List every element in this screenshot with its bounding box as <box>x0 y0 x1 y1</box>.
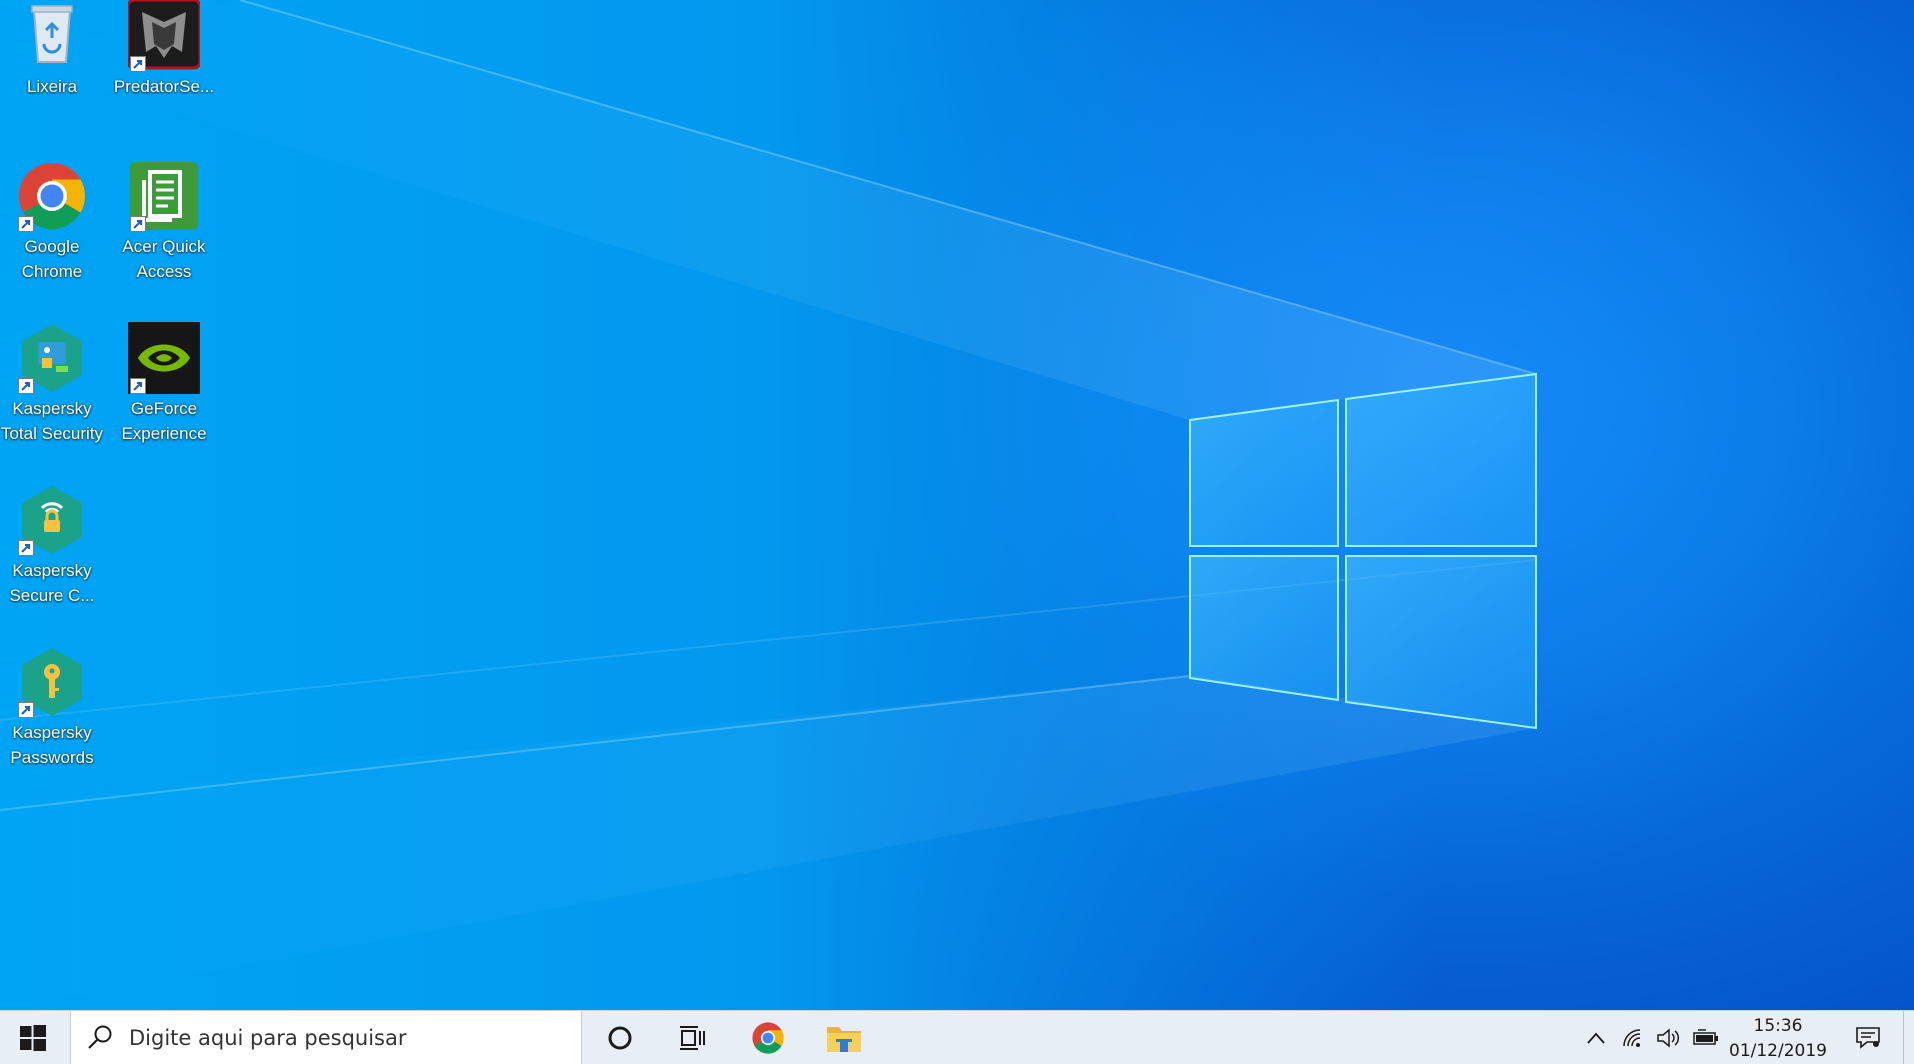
chevron-up-icon <box>1587 1032 1605 1044</box>
action-center-button[interactable] <box>1844 1011 1892 1064</box>
volume-button[interactable] <box>1652 1011 1686 1064</box>
clock-date: 01/12/2019 <box>1729 1041 1827 1061</box>
chrome-icon <box>752 1021 784 1054</box>
volume-icon <box>1657 1027 1680 1048</box>
recycle-bin-icon <box>16 0 88 72</box>
desktop-icon-label: GeForce Experience <box>121 399 207 443</box>
kaspersky-total-security-icon <box>16 322 88 394</box>
shortcut-arrow-icon <box>130 56 146 72</box>
kaspersky-passwords-icon <box>16 646 88 718</box>
desktop-icon-kaspersky-secure-connection[interactable]: Kaspersky Secure C... <box>0 484 108 608</box>
chrome-icon <box>16 160 88 232</box>
desktop-icon-acer-quick-access[interactable]: Acer Quick Access <box>108 160 220 284</box>
desktop-icon-kaspersky-passwords[interactable]: Kaspersky Passwords <box>0 646 108 770</box>
system-clock[interactable]: 15:36 01/12/2019 <box>1714 1011 1842 1064</box>
shortcut-arrow-icon <box>18 540 34 556</box>
desktop-icon-label: Google Chrome <box>21 237 83 281</box>
acer-quick-access-icon <box>128 160 200 232</box>
file-explorer-icon <box>827 1026 861 1052</box>
action-center-icon <box>1856 1026 1880 1049</box>
taskbar-file-explorer-button[interactable] <box>812 1011 876 1064</box>
desktop-icon-kaspersky-total-security[interactable]: Kaspersky Total Security <box>0 322 108 446</box>
cortana-icon <box>608 1026 632 1049</box>
clock-time: 15:36 <box>1753 1016 1803 1036</box>
desktop: Lixeira PredatorSe... Google Chrome Acer… <box>0 0 1914 1010</box>
shortcut-arrow-icon <box>18 702 34 718</box>
search-icon <box>88 1025 112 1049</box>
show-hidden-icons-button[interactable] <box>1580 1011 1612 1064</box>
kaspersky-secure-connection-icon <box>16 484 88 556</box>
search-box[interactable] <box>70 1011 582 1064</box>
desktop-icon-predator-sense[interactable]: PredatorSe... <box>108 0 220 99</box>
windows-logo-icon <box>20 1024 46 1051</box>
shortcut-arrow-icon <box>18 378 34 394</box>
geforce-experience-icon <box>128 322 200 394</box>
desktop-icon-label: Kaspersky Secure C... <box>9 561 95 605</box>
windows-wallpaper <box>0 0 1914 1010</box>
task-view-icon <box>680 1025 705 1050</box>
desktop-icon-label: Acer Quick Access <box>122 237 206 281</box>
desktop-icon-label: Lixeira <box>26 77 78 96</box>
desktop-icon-label: Kaspersky Passwords <box>10 723 94 767</box>
wifi-icon <box>1623 1028 1641 1047</box>
taskbar: 15:36 01/12/2019 <box>0 1010 1914 1064</box>
desktop-icon-geforce-experience[interactable]: GeForce Experience <box>108 322 220 446</box>
show-desktop-button[interactable] <box>1903 1011 1914 1064</box>
desktop-icon-label: Kaspersky Total Security <box>0 399 104 443</box>
predator-sense-icon <box>128 0 200 72</box>
network-button[interactable] <box>1616 1011 1650 1064</box>
desktop-icon-recycle-bin[interactable]: Lixeira <box>0 0 108 99</box>
shortcut-arrow-icon <box>18 216 34 232</box>
start-button[interactable] <box>0 1011 66 1064</box>
shortcut-arrow-icon <box>130 216 146 232</box>
task-view-button[interactable] <box>660 1011 724 1064</box>
cortana-button[interactable] <box>590 1011 650 1064</box>
desktop-icon-label: PredatorSe... <box>113 77 215 96</box>
shortcut-arrow-icon <box>130 378 146 394</box>
taskbar-chrome-button[interactable] <box>736 1011 800 1064</box>
search-input[interactable] <box>127 1024 571 1051</box>
desktop-icon-google-chrome[interactable]: Google Chrome <box>0 160 108 284</box>
